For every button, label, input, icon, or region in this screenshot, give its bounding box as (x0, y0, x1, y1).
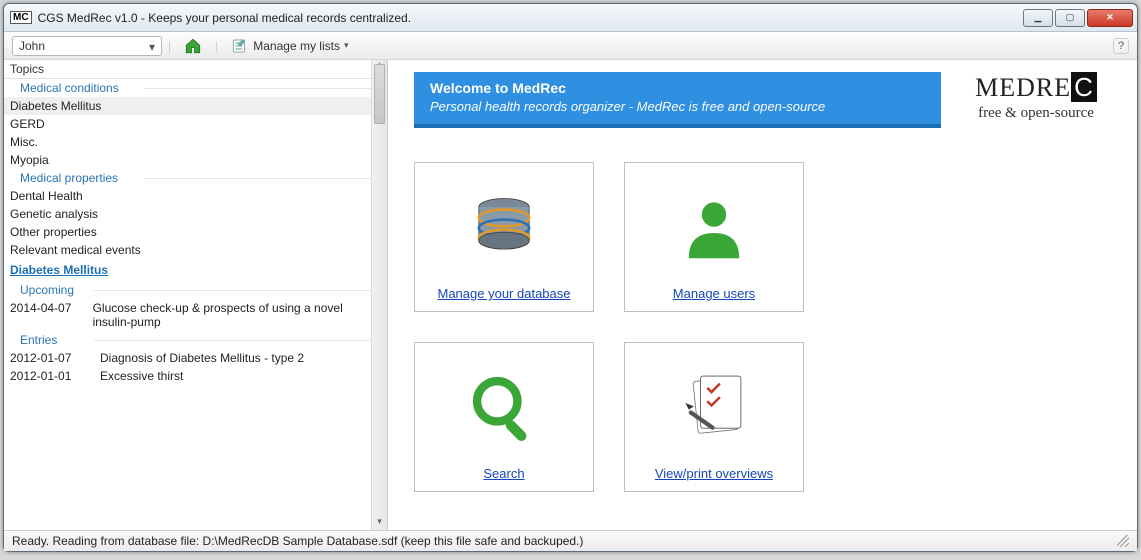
tile-manage-users[interactable]: Manage users (624, 162, 804, 312)
search-icon (462, 366, 546, 450)
brand-logo: MEDREC free & open-source (951, 72, 1121, 526)
window-frame: MC CGS MedRec v1.0 - Keeps your personal… (3, 3, 1138, 552)
sidebar-item[interactable]: Misc. (4, 133, 387, 151)
welcome-banner: Welcome to MedRec Personal health record… (414, 72, 941, 128)
main-panel: Welcome to MedRec Personal health record… (388, 60, 1137, 530)
home-icon (184, 37, 202, 55)
sidebar-item[interactable]: Relevant medical events (4, 241, 387, 259)
sidebar-item[interactable]: GERD (4, 115, 387, 133)
scroll-thumb[interactable] (374, 64, 385, 124)
home-button[interactable] (177, 35, 209, 57)
upcoming-header: Upcoming (4, 281, 387, 299)
minimize-button[interactable] (1023, 9, 1053, 27)
event-text: Diagnosis of Diabetes Mellitus - type 2 (100, 351, 304, 365)
event-date: 2012-01-07 (10, 351, 82, 365)
welcome-subtitle: Personal health records organizer - MedR… (430, 99, 925, 114)
tile-link[interactable]: Manage your database (438, 286, 571, 301)
sidebar-scrollbar[interactable]: ▴ ▾ (371, 60, 387, 530)
entry-row[interactable]: 2012-01-07 Diagnosis of Diabetes Mellitu… (4, 349, 387, 367)
logo-wordmark: MEDREC (951, 72, 1121, 103)
client-area: Topics Medical conditions Diabetes Melli… (4, 60, 1137, 530)
clipboard-icon (672, 366, 756, 450)
tile-overviews[interactable]: View/print overviews (624, 342, 804, 492)
medical-conditions-header: Medical conditions (4, 79, 387, 97)
topics-header: Topics (4, 60, 387, 79)
app-icon: MC (10, 11, 32, 24)
upcoming-row[interactable]: 2014-04-07 Glucose check-up & prospects … (4, 299, 387, 331)
entry-row[interactable]: 2012-01-01 Excessive thirst (4, 367, 387, 385)
tile-link[interactable]: View/print overviews (655, 466, 773, 481)
event-text: Excessive thirst (100, 369, 183, 383)
tile-link[interactable]: Search (483, 466, 524, 481)
sidebar-item[interactable]: Dental Health (4, 187, 387, 205)
sidebar-item[interactable]: Myopia (4, 151, 387, 169)
list-icon (231, 37, 249, 55)
entries-header: Entries (4, 331, 387, 349)
scroll-down-icon[interactable]: ▾ (372, 516, 387, 530)
window-title: CGS MedRec v1.0 - Keeps your personal me… (38, 11, 1017, 25)
user-icon (672, 186, 756, 270)
tile-manage-database[interactable]: Manage your database (414, 162, 594, 312)
welcome-title: Welcome to MedRec (430, 80, 925, 96)
sidebar-item[interactable]: Diabetes Mellitus (4, 97, 387, 115)
close-button[interactable] (1087, 9, 1133, 27)
user-dropdown[interactable]: John (12, 36, 162, 56)
sidebar-item[interactable]: Other properties (4, 223, 387, 241)
maximize-button[interactable] (1055, 9, 1085, 27)
toolbar: John | | Manage my lists ▾ ? (4, 32, 1137, 60)
title-bar: MC CGS MedRec v1.0 - Keeps your personal… (4, 4, 1137, 32)
manage-lists-button[interactable]: Manage my lists ▾ (224, 35, 355, 57)
help-button[interactable]: ? (1113, 38, 1129, 54)
status-text: Ready. Reading from database file: D:\Me… (12, 534, 583, 548)
chevron-down-icon: ▾ (344, 40, 349, 51)
window-controls (1023, 9, 1133, 27)
sidebar: Topics Medical conditions Diabetes Melli… (4, 60, 388, 530)
manage-lists-label: Manage my lists (253, 39, 340, 53)
medical-properties-header: Medical properties (4, 169, 387, 187)
tile-link[interactable]: Manage users (673, 286, 755, 301)
database-icon (462, 186, 546, 270)
event-date: 2012-01-01 (10, 369, 82, 383)
event-date: 2014-04-07 (10, 301, 75, 329)
selected-topic-title: Diabetes Mellitus (4, 259, 387, 281)
tiles-grid: Manage your database Manage users (414, 162, 941, 492)
logo-tagline: free & open-source (951, 105, 1121, 122)
tile-search[interactable]: Search (414, 342, 594, 492)
event-text: Glucose check-up & prospects of using a … (93, 301, 381, 329)
sidebar-item[interactable]: Genetic analysis (4, 205, 387, 223)
status-bar: Ready. Reading from database file: D:\Me… (4, 530, 1137, 551)
user-dropdown-value: John (19, 39, 45, 53)
